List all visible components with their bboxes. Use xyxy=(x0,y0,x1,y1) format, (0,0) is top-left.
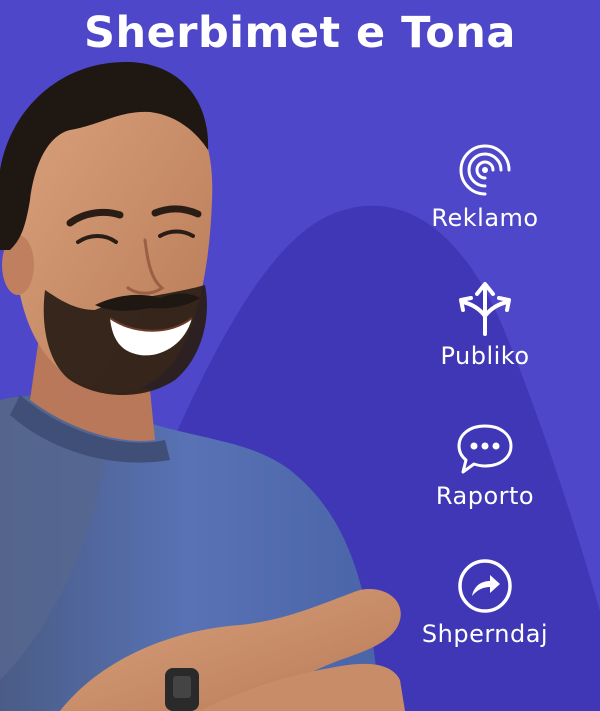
service-shperndaj[interactable]: Shperndaj xyxy=(390,556,580,648)
service-label: Shperndaj xyxy=(421,620,549,648)
service-label: Raporto xyxy=(435,482,535,510)
services-card: Sherbimet e Tona Reklamo Publiko Raporto… xyxy=(0,0,600,711)
split-arrows-icon xyxy=(459,282,511,336)
chat-bubble-icon xyxy=(457,424,513,474)
share-arrow-icon xyxy=(458,559,512,613)
service-raporto[interactable]: Raporto xyxy=(390,418,580,510)
service-label: Publiko xyxy=(440,342,530,370)
service-reklamo[interactable]: Reklamo xyxy=(390,140,580,232)
signal-radar-icon xyxy=(459,144,511,196)
service-label: Reklamo xyxy=(431,204,539,232)
service-publiko[interactable]: Publiko xyxy=(390,278,580,370)
